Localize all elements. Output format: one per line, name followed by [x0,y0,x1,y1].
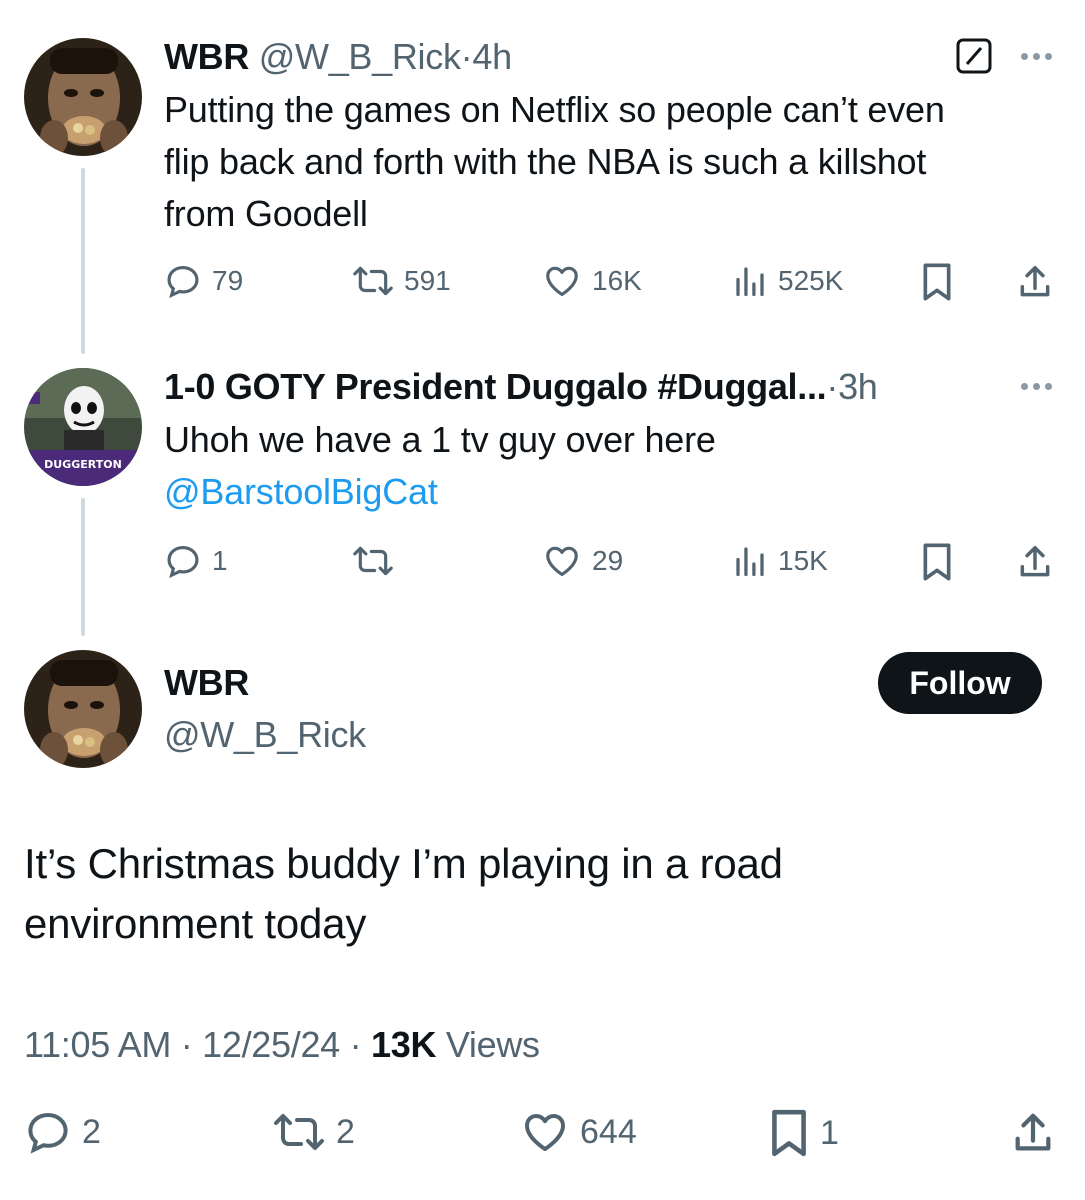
tweet-header: WBR @W_B_Rick·4h [164,36,512,78]
display-name[interactable]: WBR [164,662,249,704]
grok-icon[interactable] [956,38,992,74]
tweet-text-line: environment today [24,900,367,947]
reply-button[interactable]: 79 [164,262,243,300]
display-name[interactable]: WBR [164,36,249,77]
avatar[interactable] [24,650,142,768]
share-icon [1015,1113,1051,1151]
analytics-icon [736,267,764,297]
timestamp[interactable]: 3h [838,366,878,407]
separator-dot: · [180,1024,193,1065]
user-handle[interactable]: @W_B_Rick [164,714,366,756]
like-count: 644 [580,1112,637,1151]
views-count: 13K [371,1024,437,1065]
display-name[interactable]: 1-0 GOTY President Duggalo #Duggal... [164,366,827,407]
heart-icon [546,266,578,297]
separator-dot: · [460,36,473,77]
tweet-text-line: from Goodell [164,193,368,234]
follow-button[interactable]: Follow [878,652,1042,714]
bookmark-count: 1 [820,1113,839,1152]
separator-dot: · [349,1024,362,1065]
share-icon [1020,546,1050,577]
retweet-count: 591 [404,265,451,296]
retweet-count: 2 [336,1112,355,1151]
retweet-icon [353,546,393,576]
retweet-button[interactable] [352,542,394,580]
share-icon [1020,266,1050,297]
more-options-icon[interactable] [1021,383,1052,390]
avatar[interactable]: DUGGERTON [24,368,142,486]
share-button[interactable] [1016,262,1054,302]
like-count: 29 [592,545,624,576]
tweet-text-line: flip back and forth with the NBA is such… [164,141,927,182]
views-button[interactable]: 15K [732,542,828,580]
analytics-icon [736,547,764,577]
bookmark-icon [923,263,951,301]
avatar[interactable] [24,38,142,156]
avatar-photo [24,38,142,156]
avatar-photo [24,650,142,768]
reply-count: 79 [212,265,244,296]
tweet-header: 1-0 GOTY President Duggalo #Duggal...·3h [164,366,878,408]
reply-button[interactable]: 1 [164,542,228,580]
views-button[interactable]: 525K [732,262,843,300]
reply-icon [167,545,199,579]
like-button[interactable]: 16K [542,262,642,300]
reply-count: 2 [82,1112,101,1151]
tweet-text: Uhoh we have a 1 tv guy over here @Barst… [164,414,1064,518]
tweet-text-line: Uhoh we have a 1 tv guy over here [164,419,716,460]
user-handle[interactable]: @W_B_Rick [259,36,461,77]
retweet-icon [274,1114,324,1150]
tweet-text-line: It’s Christmas buddy I’m playing in a ro… [24,840,783,887]
heart-icon [546,546,578,577]
bookmark-button[interactable]: 1 [768,1108,839,1158]
mention-link[interactable]: @BarstoolBigCat [164,466,1064,518]
bookmark-icon [923,543,951,581]
view-count: 525K [778,265,844,296]
timestamp[interactable]: 4h [472,36,512,77]
bookmark-button[interactable] [920,262,954,302]
like-button[interactable]: 29 [542,542,623,580]
thread-connector [81,498,85,636]
reply-icon [28,1112,68,1154]
reply-icon [167,265,199,299]
thread-connector [81,168,85,354]
retweet-button[interactable]: 591 [352,262,451,300]
tweet-meta: 11:05 AM · 12/25/24 · 13K Views [24,1024,540,1066]
post-date[interactable]: 12/25/24 [202,1024,340,1065]
avatar-banner-text: DUGGERTON [44,458,122,471]
views-label: Views [445,1024,540,1065]
separator-dot: · [826,366,839,407]
post-time[interactable]: 11:05 AM [24,1024,171,1065]
tweet-text: It’s Christmas buddy I’m playing in a ro… [24,834,1054,954]
view-count: 15K [778,545,828,576]
bookmark-button[interactable] [920,542,954,582]
retweet-button[interactable]: 2 [272,1108,355,1156]
bookmark-icon [772,1109,806,1157]
heart-icon [525,1114,565,1151]
tweet-text-line: Putting the games on Netflix so people c… [164,89,945,130]
like-count: 16K [592,265,642,296]
reply-count: 1 [212,545,228,576]
tweet-text: Putting the games on Netflix so people c… [164,84,1064,240]
retweet-icon [353,266,393,296]
share-button[interactable] [1016,542,1054,582]
more-options-icon[interactable] [1021,53,1052,60]
share-button[interactable] [1010,1108,1056,1158]
reply-button[interactable]: 2 [24,1108,101,1156]
like-button[interactable]: 644 [520,1108,637,1156]
